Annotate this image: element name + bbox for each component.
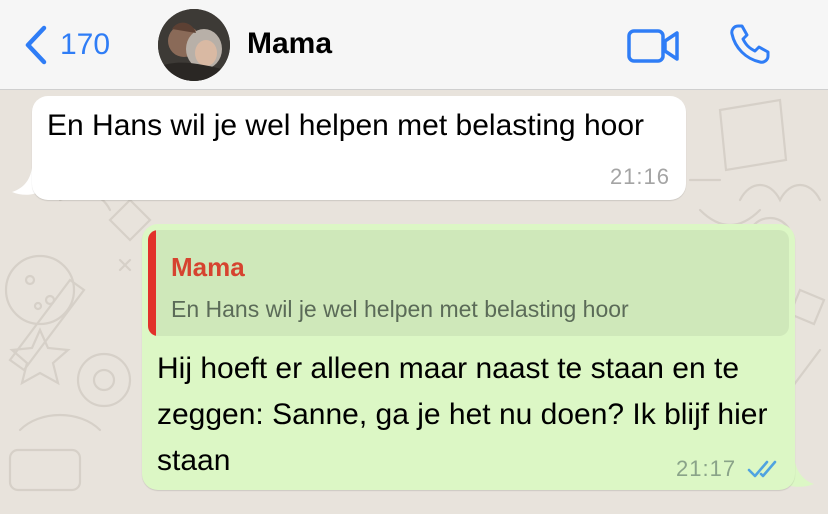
back-button[interactable]: 170	[22, 24, 110, 66]
unread-count: 170	[60, 28, 111, 61]
quote-text: En Hans wil je wel helpen met belasting …	[171, 296, 629, 322]
message-time: 21:16	[609, 164, 670, 189]
chat-header: 170 Mama	[0, 0, 828, 90]
message-time: 21:17	[676, 456, 737, 481]
chevron-left-icon	[25, 25, 47, 65]
phone-icon[interactable]	[728, 22, 772, 66]
message-bubble-incoming[interactable]: En Hans wil je wel helpen met belasting …	[32, 96, 686, 200]
quoted-message[interactable]: Mama En Hans wil je wel helpen met belas…	[148, 230, 789, 336]
message-text: En Hans wil je wel helpen met belasting …	[47, 109, 644, 142]
read-receipt-icon	[747, 460, 777, 478]
avatar[interactable]	[158, 9, 230, 81]
avatar-image	[158, 9, 230, 81]
message-bubble-outgoing[interactable]: Mama En Hans wil je wel helpen met belas…	[142, 224, 795, 490]
quote-author: Mama	[171, 252, 245, 282]
video-camera-icon[interactable]	[627, 28, 679, 64]
contact-name[interactable]: Mama	[247, 27, 332, 61]
quote-accent-bar	[148, 230, 156, 336]
